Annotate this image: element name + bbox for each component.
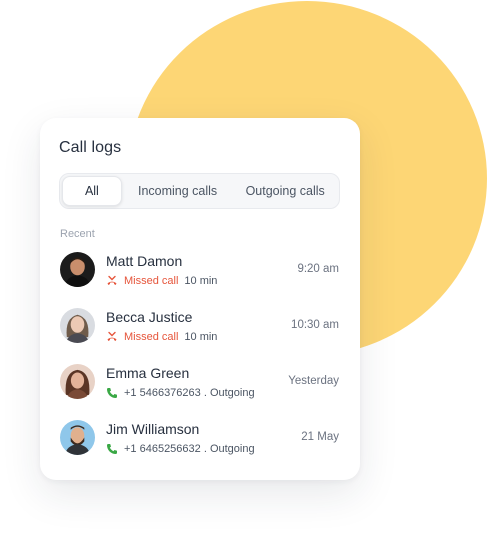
- call-status: Missed call: [124, 275, 179, 287]
- avatar: [60, 308, 95, 343]
- call-time: 9:20 am: [297, 263, 339, 275]
- missed-call-icon: [106, 331, 118, 343]
- phone-icon: [106, 443, 118, 455]
- call-meta: Missed call 10 min: [106, 330, 217, 344]
- call-list: Matt Damon Missed call 10 min 9:20 am Be…: [40, 244, 360, 468]
- card-title: Call logs: [59, 139, 122, 156]
- section-label-recent: Recent: [60, 228, 95, 240]
- avatar: [60, 364, 95, 399]
- call-time: 21 May: [301, 431, 339, 443]
- call-time: 10:30 am: [291, 319, 339, 331]
- call-meta: +1 6465256632 . Outgoing: [106, 442, 255, 456]
- phone-icon: [106, 387, 118, 399]
- call-meta: Missed call 10 min: [106, 274, 217, 288]
- contact-name: Becca Justice: [106, 309, 193, 325]
- call-meta: +1 5466376263 . Outgoing: [106, 386, 255, 400]
- list-item[interactable]: Emma Green +1 5466376263 . Outgoing Yest…: [40, 356, 360, 412]
- call-duration: 10 min: [184, 275, 218, 287]
- list-item[interactable]: Jim Williamson +1 6465256632 . Outgoing …: [40, 412, 360, 468]
- call-filter-tabs: All Incoming calls Outgoing calls: [59, 173, 340, 209]
- list-item[interactable]: Becca Justice Missed call 10 min 10:30 a…: [40, 300, 360, 356]
- tab-incoming-calls[interactable]: Incoming calls: [122, 176, 234, 206]
- contact-name: Emma Green: [106, 365, 190, 381]
- call-detail: +1 6465256632 . Outgoing: [124, 443, 255, 455]
- call-duration: 10 min: [184, 331, 218, 343]
- contact-name: Matt Damon: [106, 253, 183, 269]
- missed-call-icon: [106, 275, 118, 287]
- list-item[interactable]: Matt Damon Missed call 10 min 9:20 am: [40, 244, 360, 300]
- avatar: [60, 252, 95, 287]
- tab-outgoing-calls[interactable]: Outgoing calls: [233, 176, 337, 206]
- contact-name: Jim Williamson: [106, 421, 200, 437]
- call-logs-card: Call logs All Incoming calls Outgoing ca…: [40, 118, 360, 480]
- call-status: Missed call: [124, 331, 179, 343]
- call-detail: +1 5466376263 . Outgoing: [124, 387, 255, 399]
- tab-all[interactable]: All: [62, 176, 122, 206]
- call-time: Yesterday: [288, 375, 339, 387]
- avatar: [60, 420, 95, 455]
